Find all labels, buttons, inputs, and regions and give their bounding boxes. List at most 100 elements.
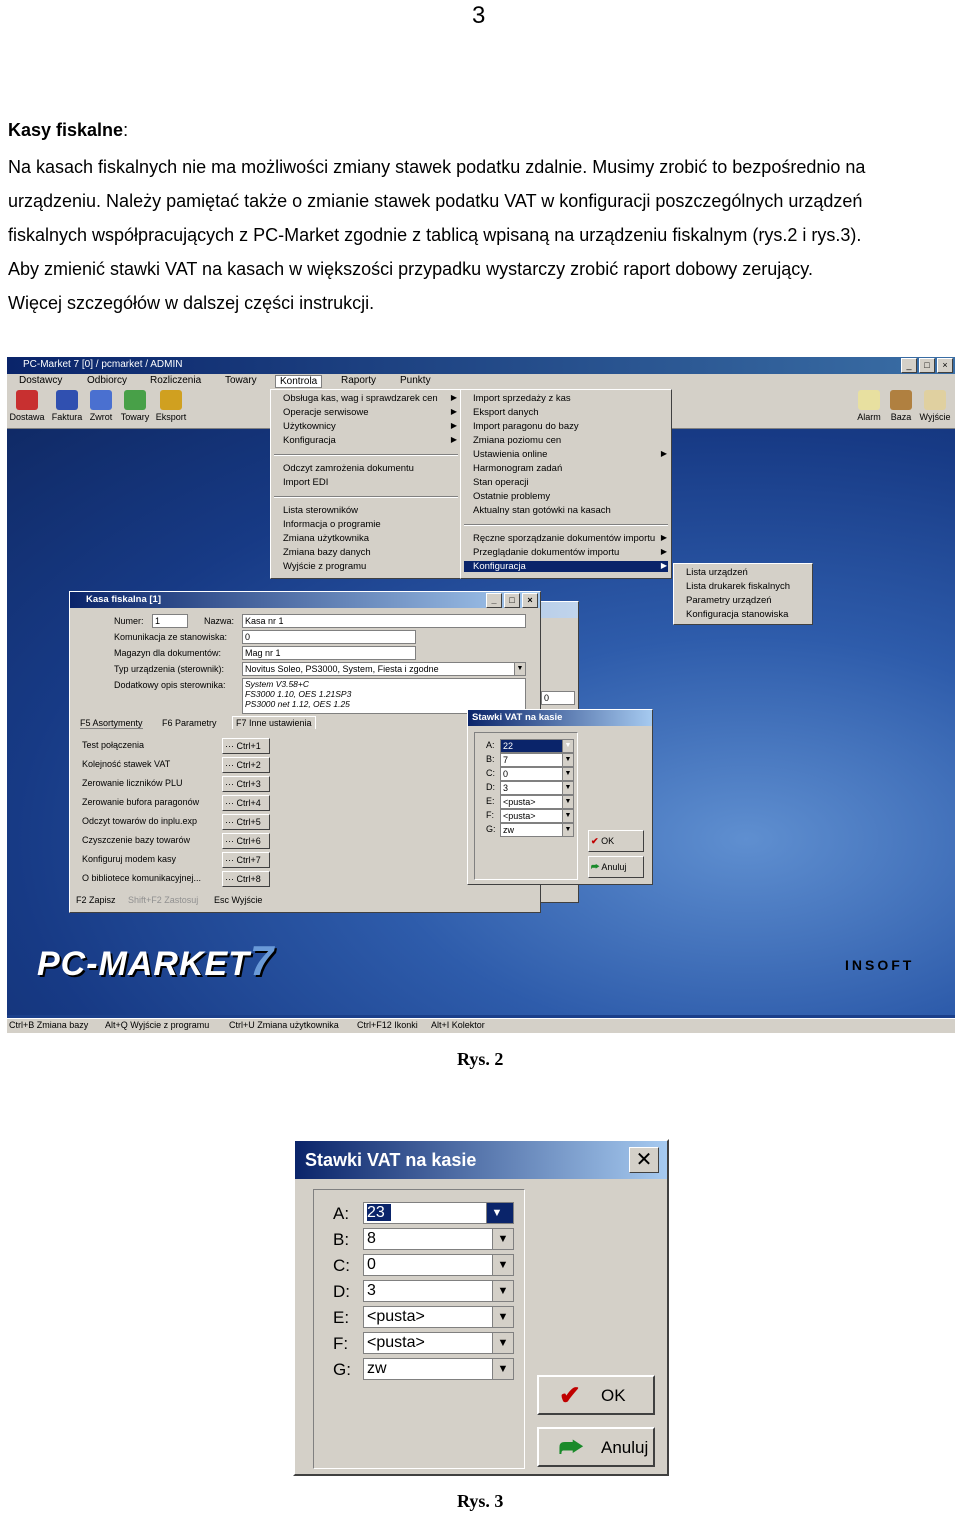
rate-select-b[interactable]: 8 ▼: [363, 1228, 514, 1250]
cancel-button[interactable]: ⮫ Anuluj: [537, 1427, 655, 1467]
menu-item[interactable]: Eksport danych: [473, 407, 538, 418]
footer-exit[interactable]: Esc Wyjście: [214, 895, 262, 905]
rate-select[interactable]: 22 ▼: [500, 739, 574, 753]
menu-item[interactable]: Użytkownicy: [283, 421, 336, 432]
toolbar-eksport[interactable]: Eksport: [151, 390, 191, 422]
menu-item[interactable]: Lista sterowników: [283, 505, 358, 516]
action-button[interactable]: ··· Ctrl+2: [222, 757, 270, 773]
rate-select-e[interactable]: <pusta> ▼: [363, 1306, 514, 1328]
maximize-icon[interactable]: □: [504, 593, 520, 608]
minimize-icon[interactable]: _: [901, 358, 917, 373]
menu-item[interactable]: Informacja o programie: [283, 519, 381, 530]
menu-item[interactable]: Obsługa kas, wag i sprawdzarek cen: [283, 393, 438, 404]
menu-item[interactable]: Konfiguracja: [283, 435, 336, 446]
rate-select[interactable]: 7 ▼: [500, 753, 574, 767]
status-item[interactable]: Ctrl+U Zmiana użytkownika: [229, 1020, 339, 1030]
rate-select[interactable]: <pusta> ▼: [500, 809, 574, 823]
rate-select[interactable]: 0 ▼: [500, 767, 574, 781]
menu-item[interactable]: Ustawienia online: [473, 449, 547, 460]
menu-item[interactable]: Parametry urządzeń: [686, 595, 772, 606]
tab-parametry[interactable]: F6 Parametry: [162, 718, 217, 728]
menu-raporty[interactable]: Raporty: [341, 375, 376, 386]
action-button[interactable]: ··· Ctrl+4: [222, 795, 270, 811]
rate-select-g[interactable]: zw ▼: [363, 1358, 514, 1380]
menu-item[interactable]: Import sprzedaży z kas: [473, 393, 571, 404]
heading-colon: :: [123, 120, 129, 140]
toolbar-dostawa[interactable]: Dostawa: [7, 390, 47, 422]
menu-item[interactable]: Harmonogram zadań: [473, 463, 562, 474]
action-label: Konfiguruj modem kasy: [82, 854, 177, 864]
rate-select-d[interactable]: 3 ▼: [363, 1280, 514, 1302]
magazyn-field[interactable]: Mag nr 1: [242, 646, 416, 660]
menu-item[interactable]: Zmiana poziomu cen: [473, 435, 561, 446]
close-icon[interactable]: ×: [522, 593, 538, 608]
komunikacja-label: Komunikacja ze stanowiska:: [114, 632, 228, 642]
action-label: Zerowanie liczników PLU: [82, 778, 183, 788]
menu-rozliczenia[interactable]: Rozliczenia: [150, 375, 201, 386]
menu-item[interactable]: Import paragonu do bazy: [473, 421, 579, 432]
status-item[interactable]: Alt+Q Wyjście z programu: [105, 1020, 209, 1030]
menu-dostawcy[interactable]: Dostawcy: [19, 375, 62, 386]
status-item[interactable]: Ctrl+B Zmiana bazy: [9, 1020, 88, 1030]
rate-select[interactable]: <pusta> ▼: [500, 795, 574, 809]
chevron-down-icon: ▼: [492, 1229, 513, 1249]
minimize-icon[interactable]: _: [486, 593, 502, 608]
menu-item[interactable]: Odczyt zamrożenia dokumentu: [283, 463, 414, 474]
menu-kontrola[interactable]: Kontrola: [275, 375, 323, 388]
menu-item[interactable]: Wyjście z programu: [283, 561, 366, 572]
komunikacja-field[interactable]: 0: [242, 630, 416, 644]
menu-item[interactable]: Ostatnie problemy: [473, 491, 550, 502]
action-button[interactable]: ··· Ctrl+8: [222, 871, 270, 887]
menu-odbiorcy[interactable]: Odbiorcy: [87, 375, 127, 386]
menu-item[interactable]: Zmiana bazy danych: [283, 547, 371, 558]
rate-select-f[interactable]: <pusta> ▼: [363, 1332, 514, 1354]
page-number: 3: [472, 2, 486, 29]
menu-item[interactable]: Konfiguracja stanowiska: [686, 609, 788, 620]
menu-item[interactable]: Import EDI: [283, 477, 328, 488]
action-button[interactable]: ··· Ctrl+1: [222, 738, 270, 754]
action-button[interactable]: ··· Ctrl+6: [222, 833, 270, 849]
menu-kontrola-dropdown: Obsługa kas, wag i sprawdzarek cen ▶ Oper…: [270, 389, 462, 579]
action-button[interactable]: ··· Ctrl+7: [222, 852, 270, 868]
close-icon[interactable]: ✕: [629, 1147, 659, 1173]
footer-save[interactable]: F2 Zapisz: [76, 895, 116, 905]
rate-key: B:: [486, 754, 495, 764]
tab-inne-ustawienia[interactable]: F7 Inne ustawienia: [232, 716, 316, 729]
menu-item[interactable]: Ręczne sporządzanie dokumentów importu: [473, 533, 655, 544]
rate-select-c[interactable]: 0 ▼: [363, 1254, 514, 1276]
menu-punkty[interactable]: Punkty: [400, 375, 431, 386]
menu-towary[interactable]: Towary: [225, 375, 257, 386]
menu-item-konfiguracja[interactable]: Konfiguracja: [464, 561, 668, 572]
ok-button[interactable]: ✔ OK: [537, 1375, 655, 1415]
toolbar-towary[interactable]: Towary: [115, 390, 155, 422]
side-field[interactable]: 0: [541, 691, 575, 705]
footer-apply[interactable]: Shift+F2 Zastosuj: [128, 895, 198, 905]
typ-select[interactable]: Novitus Soleo, PS3000, System, Fiesta i …: [242, 662, 526, 676]
menu-item[interactable]: Zmiana użytkownika: [283, 533, 369, 544]
toolbar-wyjscie[interactable]: Wyjście: [915, 390, 955, 422]
menu-item[interactable]: Operacje serwisowe: [283, 407, 369, 418]
rate-select[interactable]: zw ▼: [500, 823, 574, 837]
menu-item[interactable]: Lista drukarek fiskalnych: [686, 581, 790, 592]
menu-item[interactable]: Przeglądanie dokumentów importu: [473, 547, 619, 558]
nazwa-field[interactable]: Kasa nr 1: [242, 614, 526, 628]
action-button[interactable]: ··· Ctrl+5: [222, 814, 270, 830]
rate-select-a[interactable]: 23 ▼: [363, 1202, 514, 1224]
action-label: Test połączenia: [82, 740, 145, 750]
menu-item[interactable]: Aktualny stan gotówki na kasach: [473, 505, 611, 516]
status-item[interactable]: Alt+I Kolektor: [431, 1020, 485, 1030]
status-item[interactable]: Ctrl+F12 Ikonki: [357, 1020, 418, 1030]
action-label: Czyszczenie bazy towarów: [82, 835, 191, 845]
paragraph-line: urządzeniu. Należy pamiętać także o zmia…: [8, 191, 863, 211]
menu-item[interactable]: Stan operacji: [473, 477, 528, 488]
rate-select[interactable]: 3 ▼: [500, 781, 574, 795]
chevron-down-icon: ▼: [492, 1359, 513, 1379]
action-button[interactable]: ··· Ctrl+3: [222, 776, 270, 792]
numer-field[interactable]: 1: [152, 614, 188, 628]
ok-button[interactable]: ✔ OK: [588, 830, 644, 852]
menu-item[interactable]: Lista urządzeń: [686, 567, 748, 578]
cancel-button[interactable]: ⮫ Anuluj: [588, 856, 644, 878]
maximize-icon[interactable]: □: [919, 358, 935, 373]
close-icon[interactable]: ×: [937, 358, 953, 373]
tab-asortymenty[interactable]: F5 Asortymenty: [80, 718, 143, 729]
